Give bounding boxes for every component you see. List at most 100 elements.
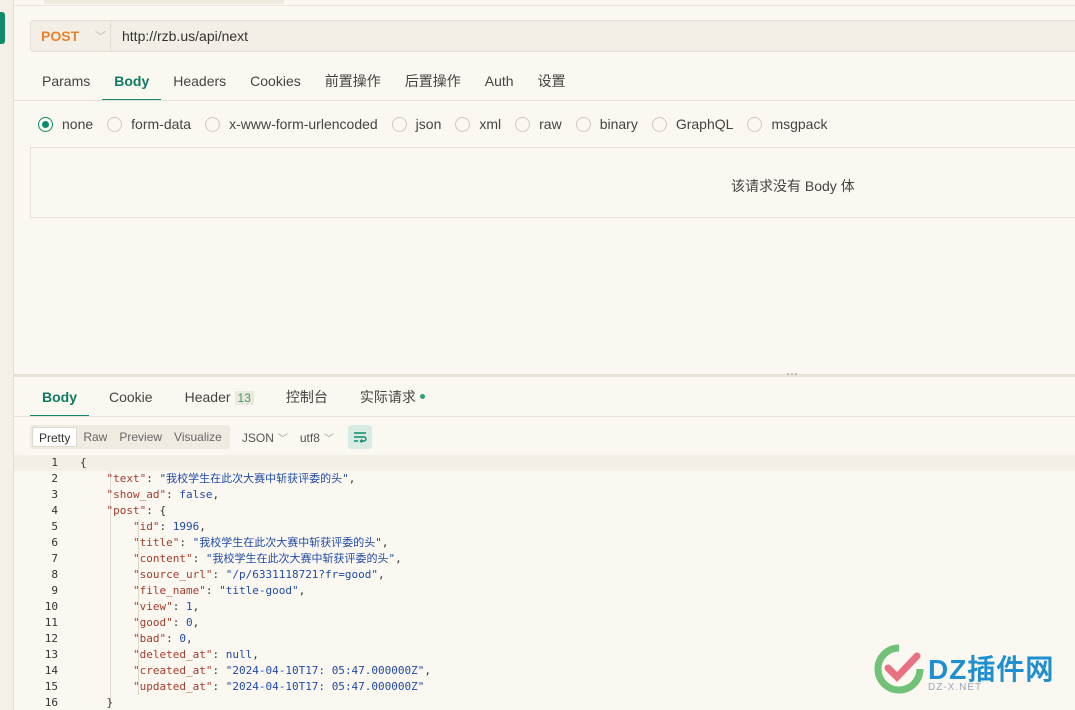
body-type-json[interactable]: json [391, 116, 441, 132]
line-number: 14 [44, 664, 58, 677]
line-number: 4 [51, 504, 58, 517]
view-raw[interactable]: Raw [77, 427, 113, 447]
view-pretty[interactable]: Pretty [32, 427, 78, 447]
line-number: 10 [44, 600, 58, 613]
radio-icon[interactable] [575, 116, 591, 132]
status-dot-icon [419, 393, 425, 399]
code-line: 9 "file_name": "title-good", [14, 583, 1075, 599]
radio-icon[interactable] [651, 116, 667, 132]
watermark-subtext: DZ-X.NET [928, 682, 983, 693]
body-type-binary[interactable]: binary [575, 116, 638, 132]
drag-handle-icon[interactable]: ··· [786, 366, 798, 380]
response-toolbar: Pretty Raw Preview Visualize JSON ﹀ utf8 ﹀ [30, 424, 372, 450]
body-type-urlencoded[interactable]: x-www-form-urlencoded [205, 116, 378, 132]
checkmark-logo-icon [874, 644, 924, 694]
tab-auth[interactable]: Auth [473, 62, 526, 100]
view-mode-group: Pretty Raw Preview Visualize [30, 425, 230, 449]
tab-response-body[interactable]: Body [30, 378, 89, 417]
divider [14, 416, 1075, 417]
divider [14, 100, 1075, 101]
empty-body-panel: 该请求没有 Body 体 [30, 147, 1075, 218]
code-text: "good": 0, [132, 616, 200, 629]
word-wrap-button[interactable] [347, 425, 372, 449]
radio-checked-icon[interactable] [38, 116, 53, 132]
body-type-xml[interactable]: xml [455, 116, 501, 132]
tab-label: Header [184, 389, 231, 405]
view-preview[interactable]: Preview [113, 427, 168, 447]
code-text: "deleted_at": null, [132, 648, 259, 661]
body-type-graphql[interactable]: GraphQL [651, 116, 733, 132]
radio-icon[interactable] [107, 116, 123, 132]
tab-actual-request[interactable]: 实际请求 [348, 378, 437, 416]
url-bar: POST ﹀ [30, 20, 1075, 52]
line-number: 15 [44, 680, 58, 693]
code-line: 8 "source_url": "/p/6331118721?fr=good", [14, 567, 1075, 583]
code-text: "file_name": "title-good", [132, 584, 306, 597]
radio-icon[interactable] [747, 116, 763, 132]
body-type-none[interactable]: none [38, 116, 93, 132]
line-number: 1 [51, 456, 58, 469]
radio-icon[interactable] [391, 116, 407, 132]
line-number: 8 [51, 568, 58, 581]
tab-params[interactable]: Params [30, 62, 102, 100]
url-input[interactable] [111, 21, 1011, 51]
radio-icon[interactable] [205, 116, 221, 132]
line-number: 16 [44, 696, 58, 709]
code-text: "show_ad": false, [106, 488, 220, 501]
response-tabs: Body Cookie Header 13 控制台 实际请求 [30, 378, 445, 417]
left-sidebar [0, 0, 14, 710]
code-text: "updated_at": "2024-04-10T17: 05:47.0000… [132, 680, 425, 693]
code-line: 6 "title": "我校学生在此次大赛中斩获评委的头", [14, 535, 1075, 551]
line-number: 3 [51, 488, 58, 501]
word-wrap-icon [353, 432, 367, 443]
view-visualize[interactable]: Visualize [168, 427, 228, 447]
tab-pre-request[interactable]: 前置操作 [313, 62, 393, 100]
chevron-down-icon: ﹀ [277, 433, 288, 445]
code-line: 2 "text": "我校学生在此次大赛中斩获评委的头", [14, 471, 1075, 487]
body-type-msgpack[interactable]: msgpack [747, 116, 827, 132]
sidebar-active-marker[interactable] [0, 12, 5, 44]
tab-console[interactable]: 控制台 [274, 378, 340, 416]
format-select[interactable]: JSON ﹀ [242, 430, 288, 445]
tab-cookies[interactable]: Cookies [238, 62, 313, 100]
code-text: "title": "我校学生在此次大赛中斩获评委的头", [132, 536, 389, 549]
method-label: POST [41, 28, 80, 44]
empty-body-message: 该请求没有 Body 体 [731, 178, 855, 194]
encoding-select[interactable]: utf8 ﹀ [300, 430, 334, 445]
radio-icon[interactable] [455, 116, 471, 132]
tab-settings[interactable]: 设置 [526, 62, 578, 100]
body-type-selector: none form-data x-www-form-urlencoded jso… [38, 114, 841, 134]
code-line: 11 "good": 0, [14, 615, 1075, 631]
tab-post-request[interactable]: 后置操作 [393, 62, 473, 100]
tab-body[interactable]: Body [102, 62, 162, 101]
body-type-form-data[interactable]: form-data [107, 116, 191, 132]
code-line: 1{ [14, 455, 1075, 471]
code-text: "content": "我校学生在此次大赛中斩获评委的头", [132, 552, 402, 565]
code-text: "text": "我校学生在此次大赛中斩获评委的头", [106, 472, 356, 485]
panel-splitter[interactable] [14, 374, 1075, 377]
line-number: 2 [51, 472, 58, 485]
tab-headers[interactable]: Headers [161, 62, 238, 100]
tab-label: 实际请求 [359, 389, 416, 405]
body-type-raw[interactable]: raw [515, 116, 562, 132]
tab-response-header[interactable]: Header 13 [173, 378, 266, 416]
code-text: "bad": 0, [132, 632, 193, 645]
line-number: 5 [51, 520, 58, 533]
code-text: { [80, 456, 87, 469]
line-number: 11 [44, 616, 58, 629]
code-text: "view": 1, [132, 600, 200, 613]
tab-response-cookie[interactable]: Cookie [97, 378, 165, 416]
radio-icon[interactable] [515, 116, 531, 132]
chevron-down-icon: ﹀ [95, 31, 107, 43]
request-tabs: Params Body Headers Cookies 前置操作 后置操作 Au… [30, 62, 578, 101]
code-line: 7 "content": "我校学生在此次大赛中斩获评委的头", [14, 551, 1075, 567]
code-line: 5 "id": 1996, [14, 519, 1075, 535]
line-number: 12 [44, 632, 58, 645]
code-text: "created_at": "2024-04-10T17: 05:47.0000… [132, 664, 432, 677]
code-text: } [80, 696, 114, 709]
watermark: DZ插件网 DZ-X.NET [872, 640, 1062, 700]
method-select[interactable]: POST ﹀ [31, 21, 111, 51]
code-line: 10 "view": 1, [14, 599, 1075, 615]
line-number: 6 [51, 536, 58, 549]
code-line: 3 "show_ad": false, [14, 487, 1075, 503]
